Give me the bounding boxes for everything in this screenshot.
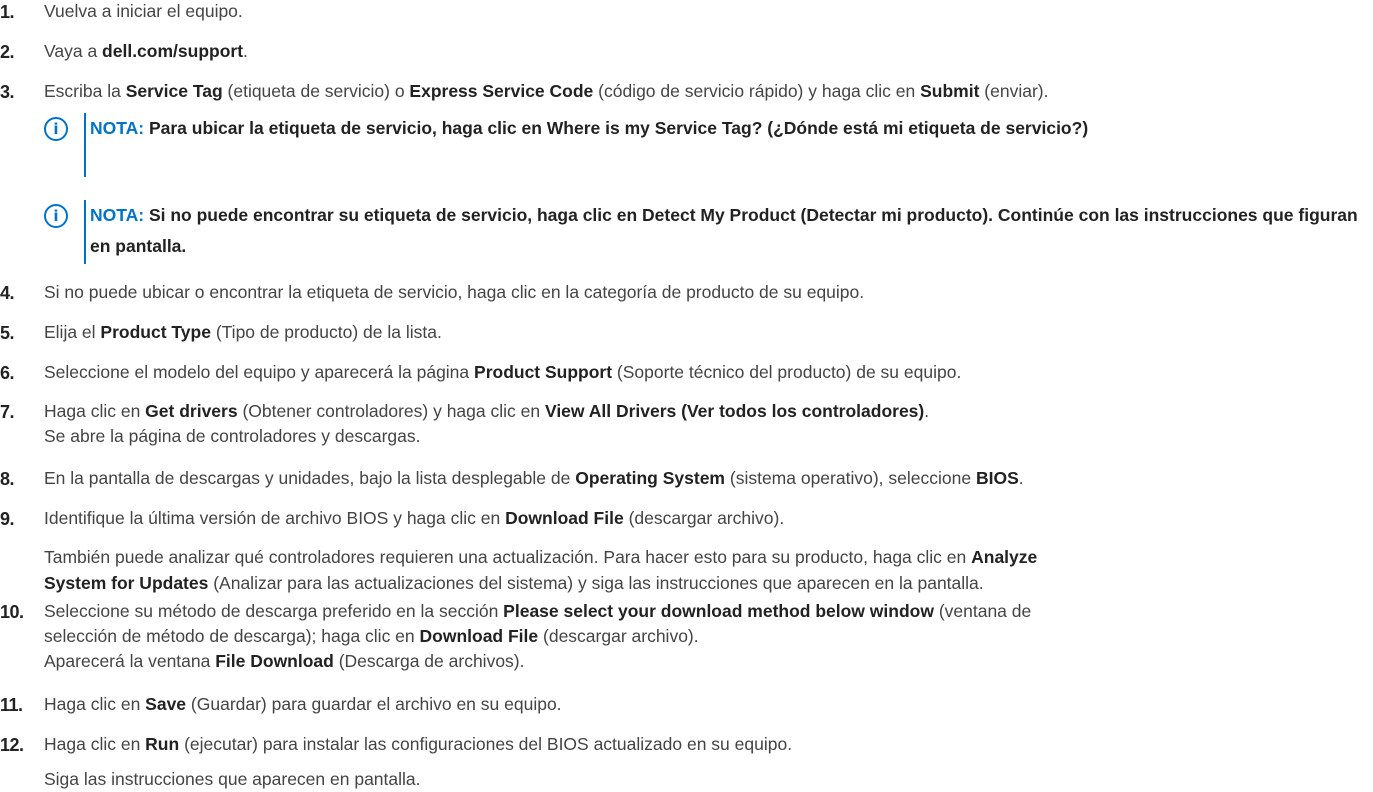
step-text: Vaya a dell.com/support. — [44, 38, 248, 64]
step-continuation: Aparecerá la ventana File Download (Desc… — [44, 648, 525, 674]
step-number: 3. — [0, 82, 15, 102]
step-text: Haga clic en Save (Guardar) para guardar… — [44, 691, 562, 717]
step-number: 5. — [0, 323, 15, 343]
text-run: Identifique la última versión de archivo… — [44, 508, 506, 528]
bold-term: File Download — [215, 651, 334, 671]
text-run: Aparecerá la ventana — [44, 651, 216, 671]
text-run: (Obtener controladores) y haga clic en — [237, 401, 545, 421]
bold-term: Product Type — [100, 322, 211, 342]
step-number: 6. — [0, 363, 15, 383]
bold-term: Download File — [505, 508, 624, 528]
step-number: 8. — [0, 469, 15, 489]
bold-term: Operating System — [575, 468, 725, 488]
text-run: (enviar). — [979, 81, 1049, 101]
text-run: Elija el — [44, 322, 101, 342]
text-run: . — [1018, 468, 1024, 488]
info-icon: i — [44, 117, 68, 141]
note-body: Si no puede encontrar su etiqueta de ser… — [90, 205, 1358, 256]
step-number: 9. — [0, 509, 15, 529]
text-run: Vaya a — [44, 41, 103, 61]
text-run: Haga clic en — [44, 401, 146, 421]
bold-term: Product Support — [474, 362, 613, 382]
note-label: NOTA: — [90, 205, 145, 225]
bold-term: Get drivers — [145, 401, 238, 421]
note-label: NOTA: — [90, 118, 145, 138]
text-run: (etiqueta de servicio) o — [222, 81, 410, 101]
step-number: 11. — [0, 695, 23, 715]
step-number: 2. — [0, 42, 15, 62]
step-paragraph: System for Updates (Analizar para las ac… — [44, 570, 984, 596]
text-run: (ventana de — [933, 601, 1032, 621]
text-run: (Descarga de archivos). — [333, 651, 525, 671]
text-run: En la pantalla de descargas y unidades, … — [44, 468, 576, 488]
text-run: (sistema operativo), seleccione — [725, 468, 976, 488]
step-continuation: selección de método de descarga); haga c… — [44, 623, 699, 649]
note-body: Para ubicar la etiqueta de servicio, hag… — [144, 118, 1089, 138]
step-number: 4. — [0, 283, 15, 303]
step-number: 10. — [0, 602, 24, 622]
step-number: 7. — [0, 402, 15, 422]
text-run: (código de servicio rápido) y haga clic … — [593, 81, 921, 101]
text-run: Haga clic en — [44, 734, 146, 754]
text-run: Vuelva a iniciar el equipo. — [44, 1, 243, 21]
text-run: . — [924, 401, 930, 421]
instructions-page: 1. Vuelva a iniciar el equipo. 2. Vaya a… — [0, 0, 1373, 789]
step-text: En la pantalla de descargas y unidades, … — [44, 465, 1024, 491]
text-run: Seleccione el modelo del equipo y aparec… — [44, 362, 475, 382]
text-run: (Guardar) para guardar el archivo en su … — [186, 694, 562, 714]
text-run: (Analizar para las actualizaciones del s… — [208, 573, 984, 593]
text-run: (descargar archivo). — [538, 626, 699, 646]
text-run: Se abre la página de controladores y des… — [44, 426, 421, 446]
text-run: (descargar archivo). — [623, 508, 785, 528]
step-text: Elija el Product Type (Tipo de producto)… — [44, 319, 442, 345]
bold-term: BIOS — [975, 468, 1019, 488]
bold-term: Express Service Code — [409, 81, 594, 101]
text-run: Escriba la — [44, 81, 126, 101]
step-text: Vuelva a iniciar el equipo. — [44, 0, 243, 24]
note-text: NOTA: Si no puede encontrar su etiqueta … — [90, 200, 1373, 262]
bold-term: Run — [145, 734, 180, 754]
text-run: (Soporte técnico del producto) de su equ… — [612, 362, 962, 382]
bold-term: dell.com/support — [102, 41, 244, 61]
text-run: Haga clic en — [44, 694, 146, 714]
text-run: . — [243, 41, 248, 61]
step-text: Haga clic en Run (ejecutar) para instala… — [44, 731, 792, 757]
step-continuation: Se abre la página de controladores y des… — [44, 423, 421, 449]
step-text: Identifique la última versión de archivo… — [44, 505, 784, 531]
step-number: 1. — [0, 2, 15, 22]
note-text: NOTA: Para ubicar la etiqueta de servici… — [90, 113, 1373, 144]
text-run: Si no puede ubicar o encontrar la etique… — [44, 282, 865, 302]
step-text: Seleccione su método de descarga preferi… — [44, 598, 1031, 624]
text-run: (ejecutar) para instalar las configuraci… — [179, 734, 793, 754]
info-icon: i — [44, 204, 68, 228]
step-number: 12. — [0, 735, 24, 755]
note-divider — [84, 113, 86, 177]
bold-term: View All Drivers (Ver todos los controla… — [544, 401, 925, 421]
text-run: (Tipo de producto) de la lista. — [210, 322, 442, 342]
text-run: selección de método de descarga); haga c… — [44, 626, 420, 646]
note-divider — [84, 200, 86, 264]
bold-term: Service Tag — [125, 81, 223, 101]
text-run: Siga las instrucciones que aparecen en p… — [44, 769, 421, 789]
step-text: Seleccione el modelo del equipo y aparec… — [44, 359, 961, 385]
bold-term: Analyze — [971, 547, 1038, 567]
text-run: Seleccione su método de descarga preferi… — [44, 601, 504, 621]
bold-term: Submit — [920, 81, 980, 101]
bold-term: System for Updates — [44, 573, 209, 593]
step-text: Escriba la Service Tag (etiqueta de serv… — [44, 78, 1048, 104]
text-run: También puede analizar qué controladores… — [44, 547, 972, 567]
bold-term: Please select your download method below… — [503, 601, 934, 621]
step-paragraph: También puede analizar qué controladores… — [44, 544, 1037, 570]
step-paragraph: Siga las instrucciones que aparecen en p… — [44, 766, 421, 792]
step-text: Si no puede ubicar o encontrar la etique… — [44, 279, 864, 305]
bold-term: Save — [145, 694, 187, 714]
step-text: Haga clic en Get drivers (Obtener contro… — [44, 398, 929, 424]
bold-term: Download File — [419, 626, 539, 646]
